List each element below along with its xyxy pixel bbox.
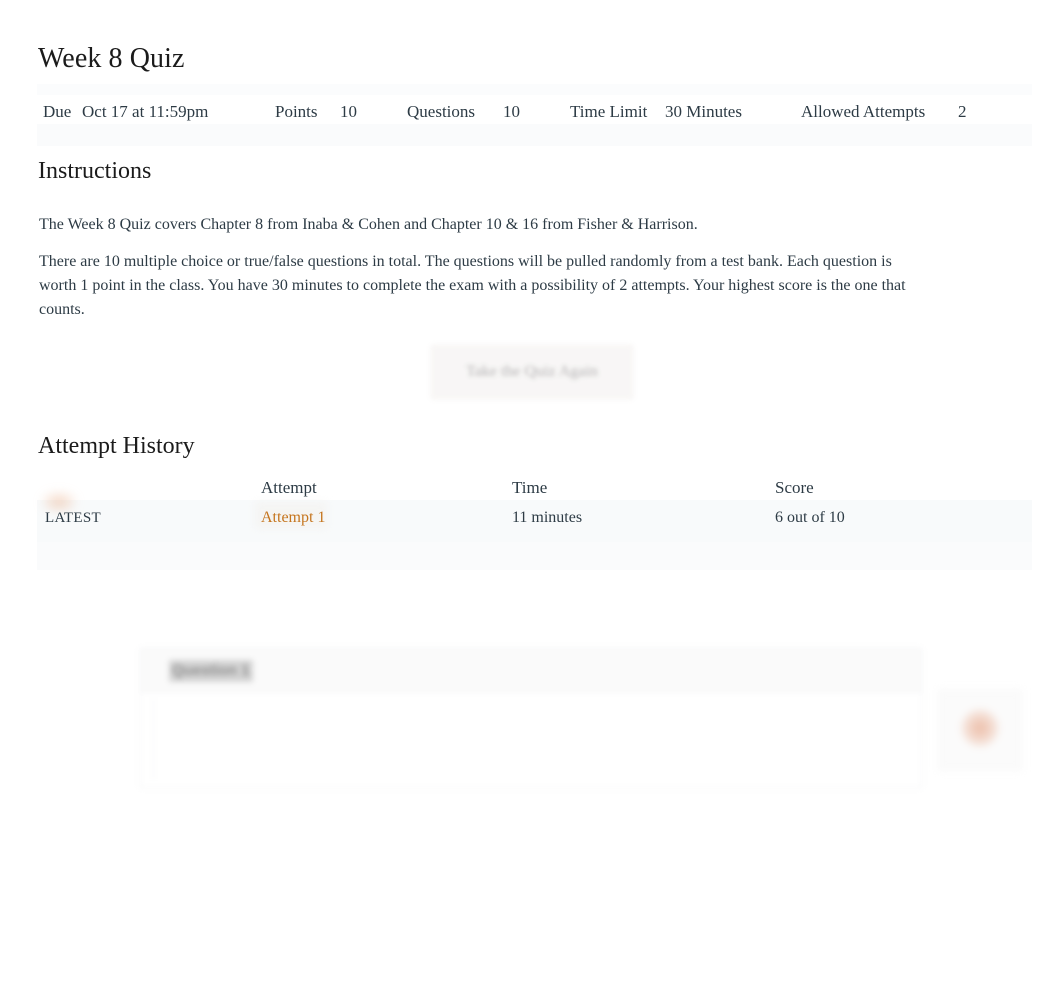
attempt-score-cell: 6 out of 10	[775, 509, 845, 526]
instructions-paragraph-1: The Week 8 Quiz covers Chapter 8 from In…	[39, 216, 698, 233]
detail-label-points: Points	[275, 102, 318, 121]
question-card-body	[153, 699, 910, 779]
attempt-time-cell: 11 minutes	[512, 509, 583, 526]
column-header-attempt: Attempt	[261, 478, 317, 497]
instructions-paragraph-2: There are 10 multiple choice or true/fal…	[39, 253, 906, 318]
detail-value-points: 10	[340, 102, 357, 121]
attempt-kept-label: LATEST	[45, 510, 101, 526]
detail-value-time-limit: 30 Minutes	[665, 102, 742, 121]
question-card-header: Question 1	[141, 649, 921, 692]
detail-value-due: Oct 17 at 11:59pm	[82, 102, 209, 121]
attempt-1-link[interactable]: Attempt 1	[261, 509, 325, 526]
page-title: Week 8 Quiz	[38, 43, 185, 74]
attempt-history-footer-band	[37, 542, 1032, 570]
detail-label-allowed-attempts: Allowed Attempts	[801, 102, 926, 121]
quiz-detail-row: Due Oct 17 at 11:59pm Points 10 Question…	[37, 84, 1032, 146]
detail-label-time-limit: Time Limit	[570, 102, 648, 121]
quiz-page: Week 8 Quiz Due Oct 17 at 11:59pm Points…	[0, 0, 1062, 1006]
score-badge-box	[938, 690, 1022, 770]
detail-value-questions: 10	[503, 102, 520, 121]
attempt-history-table: Attempt Time Score LATEST Attempt 1 11 m…	[37, 472, 1032, 570]
detail-value-allowed-attempts: 2	[958, 102, 967, 121]
instructions-heading: Instructions	[38, 158, 152, 184]
quiz-detail-band: Due Oct 17 at 11:59pm Points 10 Question…	[37, 84, 1032, 146]
detail-label-due: Due	[43, 102, 72, 121]
question-card-title: Question 1	[169, 660, 253, 682]
attempt-history-heading: Attempt History	[38, 433, 195, 459]
question-card: Question 1	[140, 648, 922, 788]
detail-label-questions: Questions	[407, 102, 475, 121]
take-quiz-again-button[interactable]: Take the Quiz Again	[430, 344, 634, 400]
retake-button-container: Take the Quiz Again	[430, 344, 634, 400]
table-row-attempt-cell: Attempt 1	[261, 508, 325, 528]
column-header-time: Time	[512, 478, 548, 497]
column-header-score: Score	[775, 478, 814, 497]
score-badge-icon	[961, 709, 999, 747]
